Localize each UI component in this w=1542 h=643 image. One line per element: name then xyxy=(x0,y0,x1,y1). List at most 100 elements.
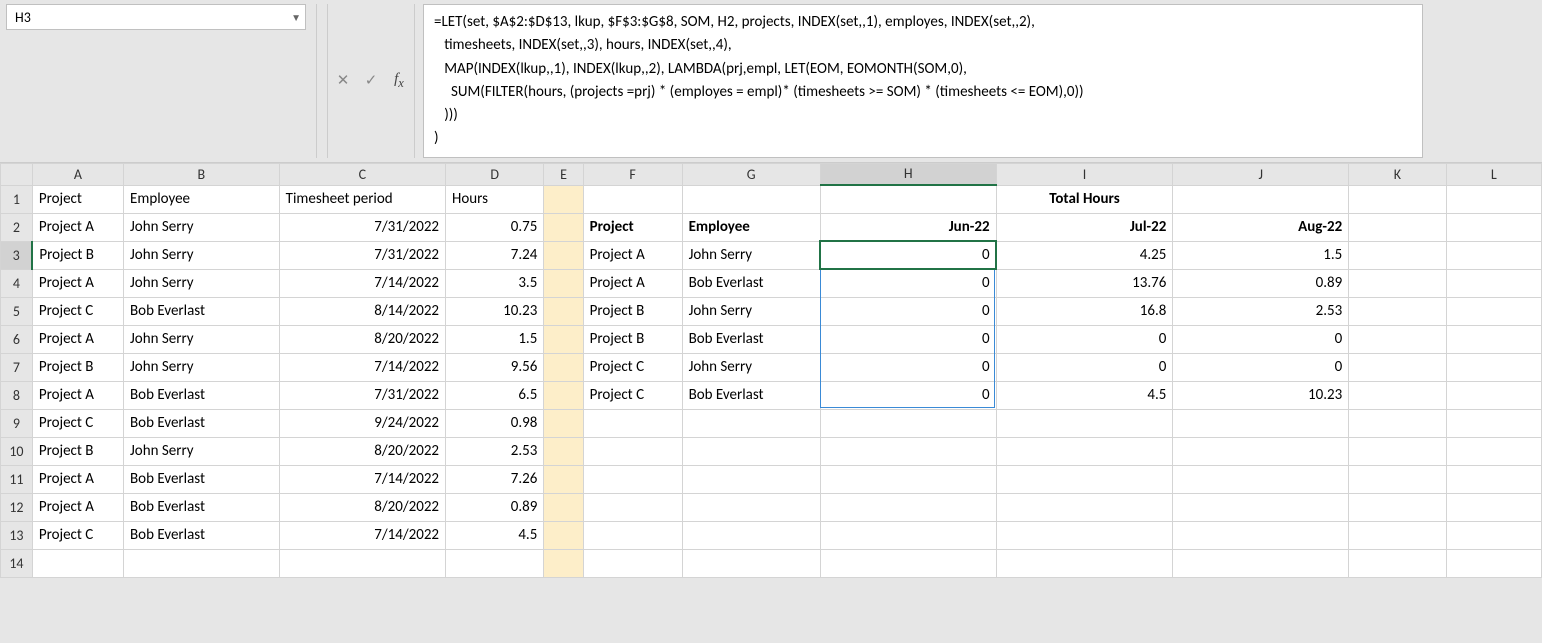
cell-E1[interactable] xyxy=(544,185,583,213)
cell-E3[interactable] xyxy=(544,241,583,269)
cell-B3[interactable]: John Serry xyxy=(124,241,280,269)
cell-D12[interactable]: 0.89 xyxy=(446,493,544,521)
cell-F6[interactable]: Project B xyxy=(583,325,682,353)
cell-D13[interactable]: 4.5 xyxy=(446,521,544,549)
cell-C6[interactable]: 8/20/2022 xyxy=(279,325,445,353)
cell-J5[interactable]: 2.53 xyxy=(1173,297,1349,325)
cell-J2[interactable]: Aug-22 xyxy=(1173,213,1349,241)
cell-D7[interactable]: 9.56 xyxy=(446,353,544,381)
cell-A6[interactable]: Project A xyxy=(32,325,123,353)
cell-F4[interactable]: Project A xyxy=(583,269,682,297)
row-header-7[interactable]: 7 xyxy=(1,353,33,381)
cell-K13[interactable] xyxy=(1349,521,1446,549)
cell-H4[interactable]: 0 xyxy=(820,269,996,297)
cell-A3[interactable]: Project B xyxy=(32,241,123,269)
cell-I12[interactable] xyxy=(996,493,1173,521)
cell-L4[interactable] xyxy=(1446,269,1541,297)
cell-L10[interactable] xyxy=(1446,437,1541,465)
cell-H14[interactable] xyxy=(820,549,996,577)
cell-E6[interactable] xyxy=(544,325,583,353)
cell-L1[interactable] xyxy=(1446,185,1541,213)
cell-C7[interactable]: 7/14/2022 xyxy=(279,353,445,381)
cell-F13[interactable] xyxy=(583,521,682,549)
cell-H12[interactable] xyxy=(820,493,996,521)
cell-A13[interactable]: Project C xyxy=(32,521,123,549)
cell-A8[interactable]: Project A xyxy=(32,381,123,409)
row-header-2[interactable]: 2 xyxy=(1,213,33,241)
cell-K1[interactable] xyxy=(1349,185,1446,213)
row-header-11[interactable]: 11 xyxy=(1,465,33,493)
cell-F10[interactable] xyxy=(583,437,682,465)
cell-D8[interactable]: 6.5 xyxy=(446,381,544,409)
cell-A11[interactable]: Project A xyxy=(32,465,123,493)
cell-I3[interactable]: 4.25 xyxy=(996,241,1173,269)
cell-B10[interactable]: John Serry xyxy=(124,437,280,465)
cell-G6[interactable]: Bob Everlast xyxy=(682,325,820,353)
cell-L5[interactable] xyxy=(1446,297,1541,325)
cell-L3[interactable] xyxy=(1446,241,1541,269)
col-header-E[interactable]: E xyxy=(544,163,583,185)
cell-I7[interactable]: 0 xyxy=(996,353,1173,381)
col-header-L[interactable]: L xyxy=(1446,163,1541,185)
cell-K3[interactable] xyxy=(1349,241,1446,269)
cell-B5[interactable]: Bob Everlast xyxy=(124,297,280,325)
cell-K8[interactable] xyxy=(1349,381,1446,409)
cell-J10[interactable] xyxy=(1173,437,1349,465)
cell-D10[interactable]: 2.53 xyxy=(446,437,544,465)
cell-A2[interactable]: Project A xyxy=(32,213,123,241)
row-header-14[interactable]: 14 xyxy=(1,549,33,577)
col-header-F[interactable]: F xyxy=(583,163,682,185)
col-header-K[interactable]: K xyxy=(1349,163,1446,185)
col-header-C[interactable]: C xyxy=(279,163,445,185)
cell-F8[interactable]: Project C xyxy=(583,381,682,409)
cell-E12[interactable] xyxy=(544,493,583,521)
cell-A12[interactable]: Project A xyxy=(32,493,123,521)
cell-H10[interactable] xyxy=(820,437,996,465)
cell-D1[interactable]: Hours xyxy=(446,185,544,213)
cell-J8[interactable]: 10.23 xyxy=(1173,381,1349,409)
cell-J14[interactable] xyxy=(1173,549,1349,577)
cell-I8[interactable]: 4.5 xyxy=(996,381,1173,409)
cell-E8[interactable] xyxy=(544,381,583,409)
cell-B13[interactable]: Bob Everlast xyxy=(124,521,280,549)
cell-E7[interactable] xyxy=(544,353,583,381)
cell-D3[interactable]: 7.24 xyxy=(446,241,544,269)
cell-H9[interactable] xyxy=(820,409,996,437)
cell-J1[interactable] xyxy=(1173,185,1349,213)
cell-E5[interactable] xyxy=(544,297,583,325)
cell-K2[interactable] xyxy=(1349,213,1446,241)
cell-I6[interactable]: 0 xyxy=(996,325,1173,353)
cell-H13[interactable] xyxy=(820,521,996,549)
name-box[interactable]: H3 ▼ xyxy=(6,4,306,30)
row-header-9[interactable]: 9 xyxy=(1,409,33,437)
cell-I9[interactable] xyxy=(996,409,1173,437)
cell-I11[interactable] xyxy=(996,465,1173,493)
row-header-4[interactable]: 4 xyxy=(1,269,33,297)
cell-C12[interactable]: 8/20/2022 xyxy=(279,493,445,521)
cell-L7[interactable] xyxy=(1446,353,1541,381)
cell-F1[interactable] xyxy=(583,185,682,213)
cell-E9[interactable] xyxy=(544,409,583,437)
cell-G9[interactable] xyxy=(682,409,820,437)
cell-G11[interactable] xyxy=(682,465,820,493)
cell-F3[interactable]: Project A xyxy=(583,241,682,269)
cell-K7[interactable] xyxy=(1349,353,1446,381)
cell-C13[interactable]: 7/14/2022 xyxy=(279,521,445,549)
cell-J4[interactable]: 0.89 xyxy=(1173,269,1349,297)
spreadsheet-grid[interactable]: ABCDEFGHIJKL1ProjectEmployeeTimesheet pe… xyxy=(0,163,1542,578)
cell-J3[interactable]: 1.5 xyxy=(1173,241,1349,269)
cell-H1[interactable] xyxy=(820,185,996,213)
cell-G1[interactable] xyxy=(682,185,820,213)
cell-C5[interactable]: 8/14/2022 xyxy=(279,297,445,325)
cell-I10[interactable] xyxy=(996,437,1173,465)
cell-B12[interactable]: Bob Everlast xyxy=(124,493,280,521)
cell-K9[interactable] xyxy=(1349,409,1446,437)
cell-I2[interactable]: Jul-22 xyxy=(996,213,1173,241)
row-header-1[interactable]: 1 xyxy=(1,185,33,213)
cell-D4[interactable]: 3.5 xyxy=(446,269,544,297)
cell-J13[interactable] xyxy=(1173,521,1349,549)
cell-H7[interactable]: 0 xyxy=(820,353,996,381)
select-all-corner[interactable] xyxy=(1,163,33,185)
cell-E13[interactable] xyxy=(544,521,583,549)
cell-K10[interactable] xyxy=(1349,437,1446,465)
